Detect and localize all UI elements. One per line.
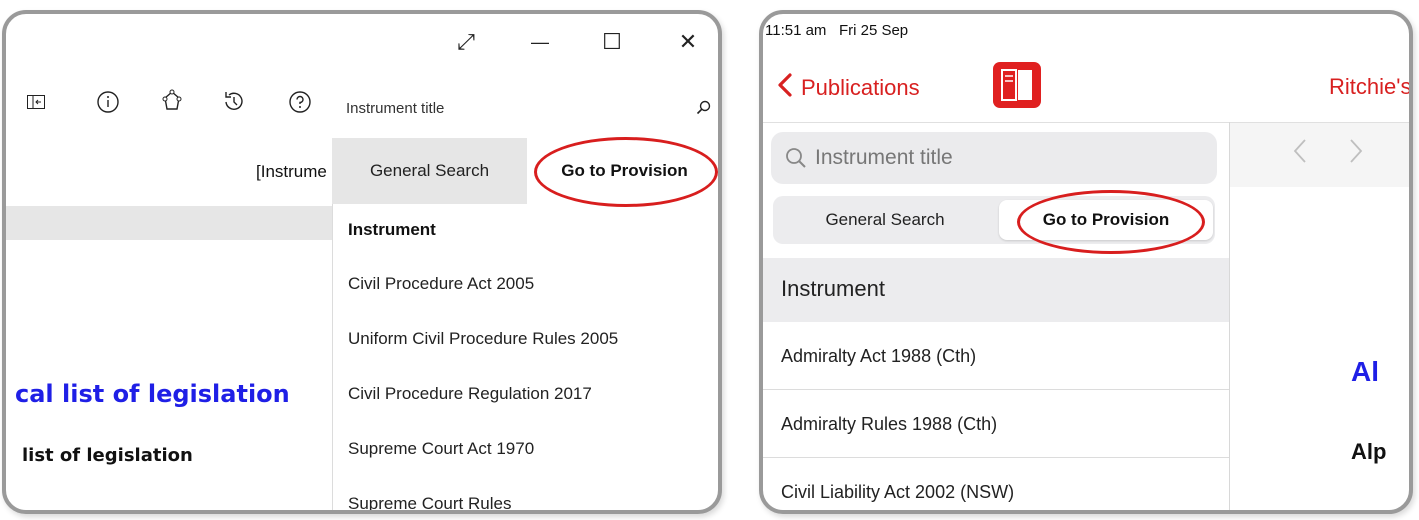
document-view: [Instrume cal list of legislation list o… <box>6 14 332 510</box>
windows-app-panel: ⤢ — ☐ ✕ [Instrume cal list of legislatio… <box>2 10 722 514</box>
search-box[interactable]: Instrument title <box>332 86 718 138</box>
status-bar: 11:51 am Fri 25 Sep <box>765 22 908 39</box>
search-icon[interactable] <box>696 100 712 121</box>
status-time: 11:51 am <box>765 22 827 39</box>
status-date: Fri 25 Sep <box>838 22 909 39</box>
document-breadcrumb: [Instrume <box>256 162 327 181</box>
document-toolbar <box>1230 123 1409 187</box>
list-item[interactable]: Supreme Court Rules <box>332 476 718 510</box>
close-button[interactable]: ✕ <box>668 22 708 62</box>
publications-icon[interactable] <box>993 62 1041 108</box>
ipad-app-panel: 11:51 am Fri 25 Sep Publications Ritchie… <box>759 10 1413 514</box>
document-heading[interactable]: cal list of legislation <box>15 380 290 408</box>
chevron-right-icon[interactable] <box>1349 138 1363 172</box>
list-header: Instrument <box>348 220 436 239</box>
back-button-label: Publications <box>801 75 920 100</box>
list-header: Instrument <box>763 258 1229 322</box>
instrument-list: Instrument Civil Procedure Act 2005 Unif… <box>332 204 718 510</box>
back-button[interactable]: Publications <box>777 70 920 106</box>
list-item[interactable]: Civil Liability Act 2002 (NSW) <box>763 458 1229 510</box>
publication-title: Ritchie's <box>1329 74 1412 99</box>
document-subheading: list of legislation <box>22 445 193 466</box>
segment-general-search[interactable]: General Search <box>773 196 997 244</box>
list-item[interactable]: Civil Procedure Act 2005 <box>332 256 718 311</box>
chevron-left-icon <box>777 73 793 103</box>
maximize-button[interactable]: ☐ <box>592 22 632 62</box>
list-item[interactable]: Supreme Court Act 1970 <box>332 421 718 476</box>
highlight-circle <box>1017 190 1205 254</box>
document-subheading: Alp <box>1351 439 1387 464</box>
expand-icon[interactable]: ⤢ <box>446 22 486 62</box>
instrument-list: Admiralty Act 1988 (Cth) Admiralty Rules… <box>763 322 1229 510</box>
list-item[interactable]: Admiralty Rules 1988 (Cth) <box>763 390 1229 458</box>
minimize-button[interactable]: — <box>520 22 560 62</box>
highlight-circle <box>534 137 718 207</box>
search-box[interactable]: Instrument title <box>771 132 1217 184</box>
search-input[interactable]: Instrument title <box>815 146 953 170</box>
search-icon <box>785 147 807 174</box>
list-item[interactable]: Civil Procedure Regulation 2017 <box>332 366 718 421</box>
document-header-strip <box>6 206 332 240</box>
list-item[interactable]: Admiralty Act 1988 (Cth) <box>763 322 1229 390</box>
tab-general-search[interactable]: General Search <box>332 138 527 204</box>
list-item[interactable]: Uniform Civil Procedure Rules 2005 <box>332 311 718 366</box>
search-input[interactable]: Instrument title <box>346 100 444 117</box>
chevron-left-icon[interactable] <box>1293 138 1307 172</box>
document-heading[interactable]: Al <box>1351 356 1379 388</box>
